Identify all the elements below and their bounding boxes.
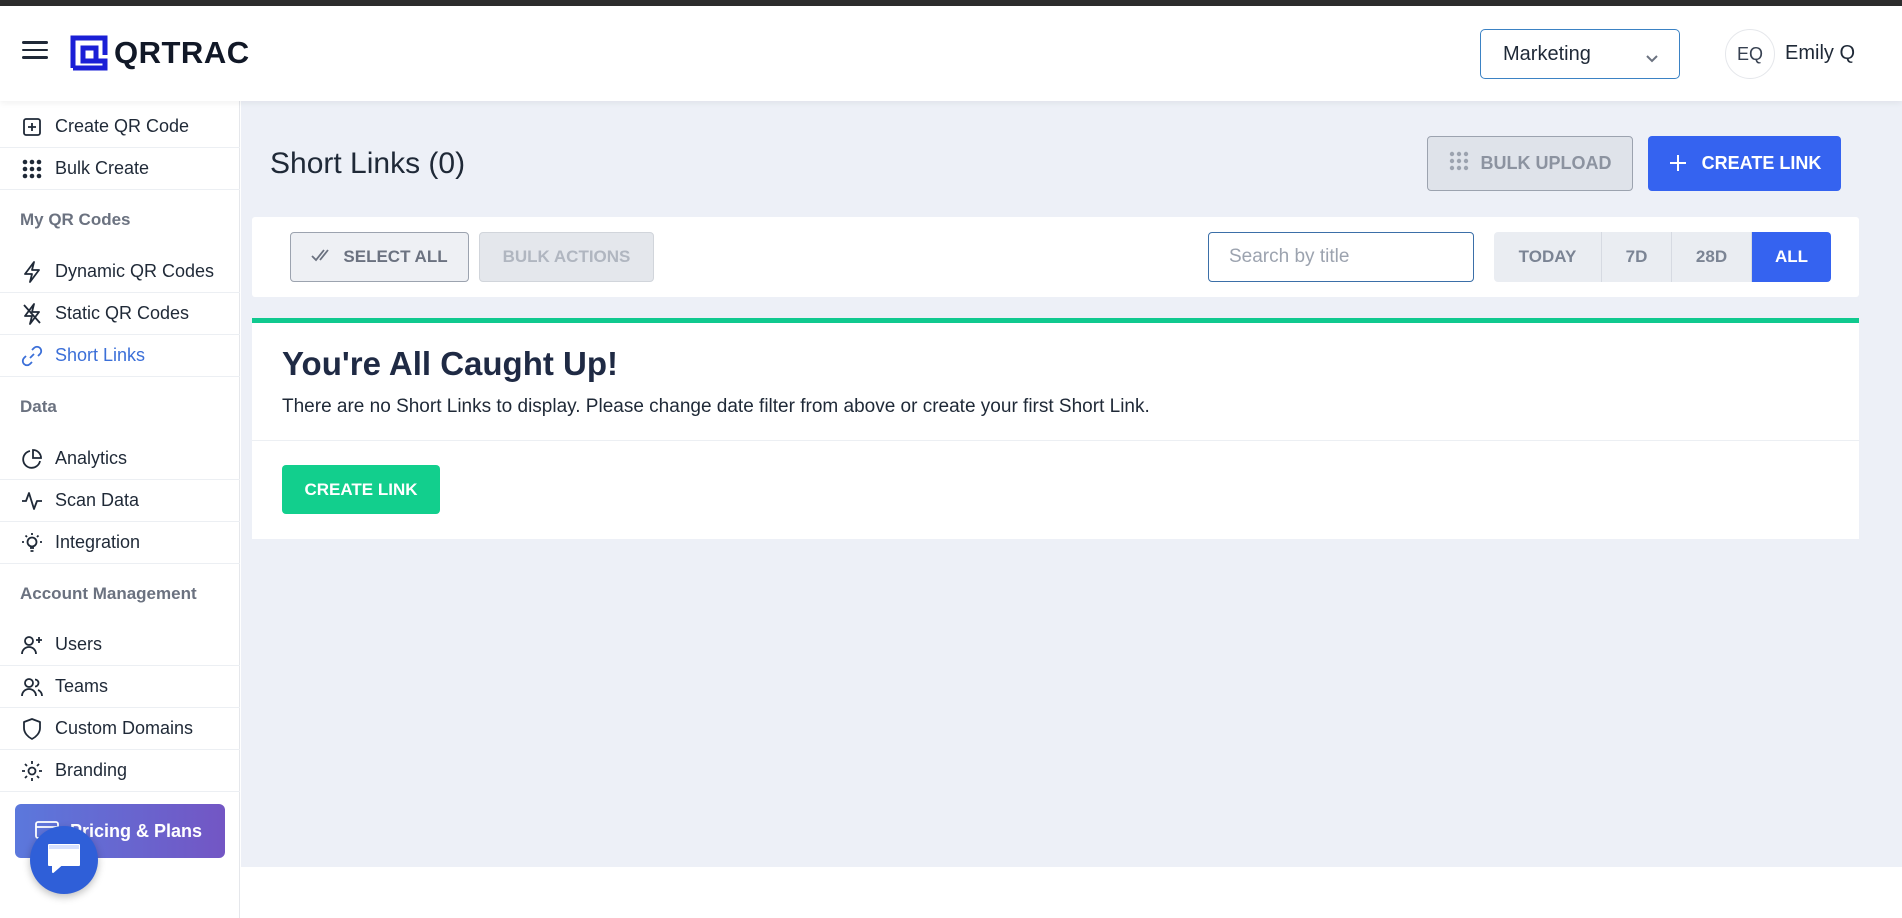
link-icon	[20, 344, 44, 368]
range-all-button[interactable]: ALL	[1752, 232, 1831, 282]
sidebar-item-label: Scan Data	[55, 490, 140, 510]
chat-widget-button[interactable]	[30, 826, 98, 894]
sidebar-item-teams[interactable]: Teams	[0, 666, 240, 708]
sun-icon	[20, 759, 44, 783]
sidebar-item-analytics[interactable]: Analytics	[0, 438, 240, 480]
lightning-icon	[20, 260, 44, 284]
logo-text: QRTRAC	[114, 35, 250, 70]
lightning-off-icon	[20, 302, 44, 326]
shield-icon	[20, 717, 44, 741]
sidebar-item-label: Dynamic QR Codes	[55, 261, 215, 281]
plus-icon	[1668, 150, 1688, 178]
users-icon	[20, 675, 44, 699]
select-all-label: SELECT ALL	[343, 247, 448, 266]
create-link-label: CREATE LINK	[1701, 153, 1822, 173]
range-28d-button[interactable]: 28D	[1672, 232, 1752, 282]
range-today-button[interactable]: TODAY	[1494, 232, 1602, 282]
sidebar-item-bulk-create[interactable]: Bulk Create	[0, 148, 240, 190]
page-title: Short Links (0)	[270, 147, 466, 180]
empty-state-message: There are no Short Links to display. Ple…	[282, 396, 1150, 417]
sidebar-item-label: Static QR Codes	[55, 303, 190, 323]
sidebar-section-account-management: Account Management	[20, 584, 197, 603]
sidebar-item-label: Create QR Code	[55, 116, 190, 136]
workspace-select[interactable]: Marketing	[1480, 29, 1680, 79]
create-link-button[interactable]: CREATE LINK	[1648, 136, 1841, 191]
sidebar-item-label: Users	[55, 634, 103, 654]
sidebar-item-static-qr-codes[interactable]: Static QR Codes	[0, 293, 240, 335]
sidebar-item-label: Integration	[55, 532, 141, 552]
sidebar-item-label: Branding	[55, 760, 128, 780]
app-header: QRTRAC Marketing EQ Emily Q	[0, 6, 1902, 101]
sidebar-section-data: Data	[20, 397, 57, 416]
logo[interactable]: QRTRAC	[70, 35, 250, 71]
bulb-icon	[20, 531, 44, 555]
sidebar-item-scan-data[interactable]: Scan Data	[0, 480, 240, 522]
sidebar-item-label: Analytics	[55, 448, 128, 468]
divider	[252, 440, 1859, 441]
sidebar-item-branding[interactable]: Branding	[0, 750, 240, 792]
logo-icon	[70, 35, 108, 71]
range-7d-button[interactable]: 7D	[1602, 232, 1672, 282]
user-name[interactable]: Emily Q	[1785, 42, 1855, 65]
plus-square-icon	[20, 115, 44, 139]
sidebar: Create QR Code Bulk Create My QR Codes D…	[0, 101, 240, 918]
pie-chart-icon	[20, 447, 44, 471]
sidebar-item-label: Bulk Create	[55, 158, 150, 178]
user-plus-icon	[20, 633, 44, 657]
sidebar-section-my-qr-codes: My QR Codes	[20, 210, 131, 229]
grid-dots-icon	[20, 157, 44, 181]
chevron-down-icon	[1645, 47, 1659, 70]
workspace-value: Marketing	[1503, 42, 1591, 65]
bulk-upload-label: BULK UPLOAD	[1480, 153, 1612, 173]
menu-icon[interactable]	[22, 41, 48, 63]
sidebar-item-custom-domains[interactable]: Custom Domains	[0, 708, 240, 750]
activity-icon	[20, 489, 44, 513]
sidebar-item-create-qr-code[interactable]: Create QR Code	[0, 106, 240, 148]
date-range-filter: TODAY 7D 28D ALL	[1494, 232, 1831, 282]
sidebar-item-users[interactable]: Users	[0, 624, 240, 666]
double-check-icon	[311, 247, 333, 267]
sidebar-item-short-links[interactable]: Short Links	[0, 335, 240, 377]
avatar[interactable]: EQ	[1725, 29, 1775, 79]
bulk-upload-button[interactable]: BULK UPLOAD	[1427, 136, 1633, 191]
grid-dots-icon	[1449, 151, 1469, 176]
bulk-actions-button[interactable]: BULK ACTIONS	[479, 232, 654, 282]
main-footer-area	[241, 867, 1902, 918]
empty-state-title: You're All Caught Up!	[282, 345, 618, 382]
chat-icon	[45, 841, 83, 880]
sidebar-item-label: Custom Domains	[55, 718, 194, 738]
sidebar-item-label: Short Links	[55, 345, 146, 365]
sidebar-item-dynamic-qr-codes[interactable]: Dynamic QR Codes	[0, 251, 240, 293]
search-input[interactable]	[1208, 232, 1474, 282]
empty-state-create-link-button[interactable]: CREATE LINK	[282, 465, 440, 514]
sidebar-item-label: Teams	[55, 676, 109, 696]
sidebar-item-integration[interactable]: Integration	[0, 522, 240, 564]
select-all-button[interactable]: SELECT ALL	[290, 232, 469, 282]
